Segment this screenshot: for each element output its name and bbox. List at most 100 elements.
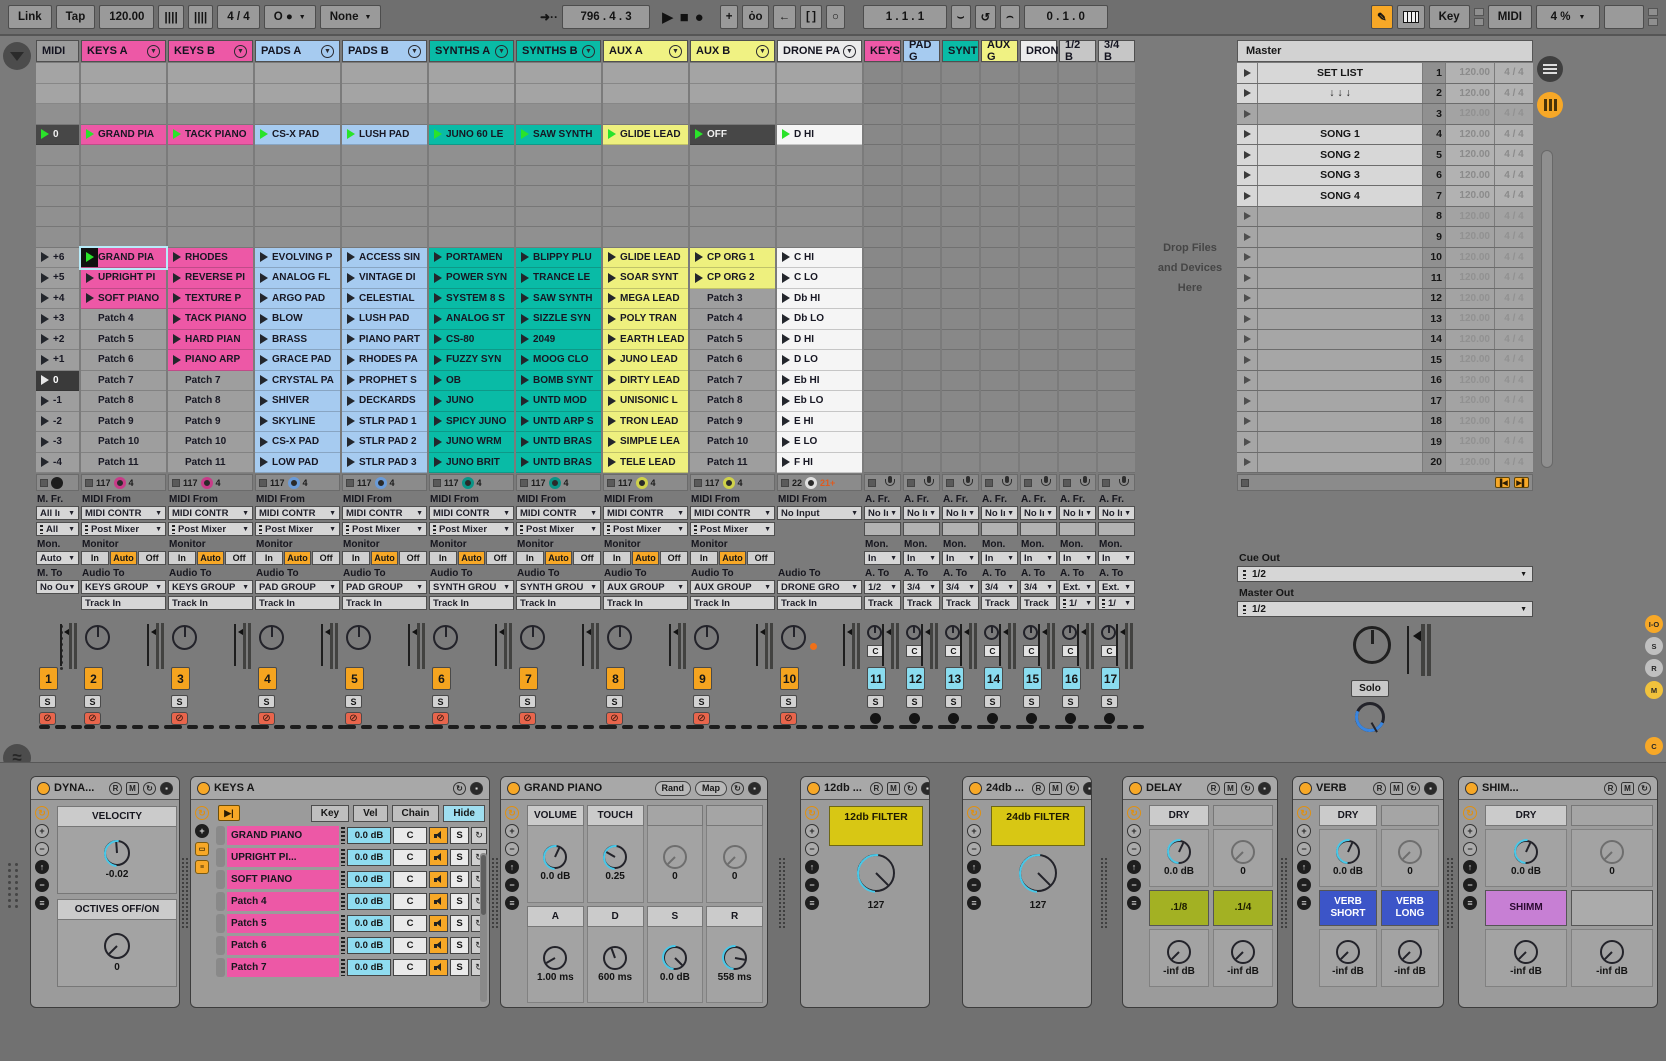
clip[interactable]: C HI	[777, 248, 862, 269]
scene-name[interactable]	[1258, 268, 1422, 288]
clip-slot[interactable]	[903, 350, 940, 371]
clip[interactable]: JUNO	[429, 391, 514, 412]
clip-slot[interactable]	[903, 186, 940, 207]
param-list-icon[interactable]: ≡	[805, 896, 819, 910]
clip-slot[interactable]	[903, 63, 940, 84]
clip-slot[interactable]	[903, 412, 940, 433]
clip-slot[interactable]	[36, 207, 79, 228]
clip-play-icon[interactable]	[255, 453, 272, 473]
clip-slot[interactable]	[864, 84, 901, 105]
clip-slot[interactable]	[342, 227, 427, 248]
clip[interactable]: STLR PAD 2	[342, 432, 427, 453]
clip-slot[interactable]	[1098, 268, 1135, 289]
M-icon[interactable]: M	[1224, 782, 1237, 795]
monitor-in-button[interactable]: In	[342, 551, 370, 565]
clip-slot[interactable]	[942, 248, 979, 269]
clip-slot[interactable]	[168, 227, 253, 248]
clip-slot[interactable]	[942, 268, 979, 289]
clip-slot[interactable]	[342, 63, 427, 84]
device-on-led[interactable]	[969, 782, 982, 795]
scene-name[interactable]: SET LIST	[1258, 63, 1422, 83]
clip[interactable]: C LO	[777, 268, 862, 289]
clip-stop-button[interactable]	[85, 479, 93, 487]
arm-button[interactable]: ⊘	[693, 712, 710, 725]
clip-play-icon[interactable]	[777, 248, 794, 268]
solo-button[interactable]: S	[867, 695, 884, 708]
clip-slot[interactable]	[516, 166, 601, 187]
hot-swap-icon[interactable]: ↑	[1297, 860, 1311, 874]
clip-play-icon[interactable]	[36, 268, 53, 288]
clip-play-icon[interactable]	[603, 432, 620, 452]
clip-slot[interactable]	[903, 248, 940, 269]
clip-play-icon[interactable]	[81, 412, 98, 432]
crossfade-b-icon[interactable]: ▶▌	[1514, 477, 1529, 488]
hot-swap-icon[interactable]: ↑	[35, 860, 49, 874]
scene-time-signature[interactable]: 4 / 4	[1495, 63, 1533, 83]
chain-solo-button[interactable]: S	[450, 827, 469, 844]
track-header-pads-a[interactable]: PADS A▼	[255, 40, 340, 62]
audio-from-channel-select[interactable]	[903, 522, 940, 536]
chain-volume[interactable]: 0.0 dB	[347, 959, 391, 976]
clip-slot[interactable]	[690, 207, 775, 228]
punch-out-icon[interactable]: ⌢	[1000, 5, 1020, 29]
clip-play-icon[interactable]	[168, 125, 185, 145]
clip[interactable]: Patch 9	[168, 412, 253, 433]
clip-slot[interactable]	[1059, 207, 1096, 228]
arm-button[interactable]: ⊘	[606, 712, 623, 725]
clip-slot[interactable]	[516, 63, 601, 84]
save-icon[interactable]: ▪	[748, 782, 761, 795]
clip-slot[interactable]	[1059, 289, 1096, 310]
clip-play-icon[interactable]	[690, 309, 707, 329]
clip-play-icon[interactable]	[603, 289, 620, 309]
clip[interactable]: Db HI	[777, 289, 862, 310]
chain-solo-button[interactable]: S	[450, 849, 469, 866]
chain-pan[interactable]: C	[393, 827, 427, 844]
fold-icon[interactable]: −	[1463, 878, 1477, 892]
clip-slot[interactable]	[981, 145, 1018, 166]
clip[interactable]: STLR PAD 1	[342, 412, 427, 433]
track-activator-button[interactable]: 10	[780, 667, 799, 690]
clip[interactable]: SIZZLE SYN	[516, 309, 601, 330]
clip-slot[interactable]	[981, 63, 1018, 84]
clip-slot[interactable]	[603, 63, 688, 84]
clip-slot[interactable]	[942, 391, 979, 412]
clip-play-icon[interactable]	[516, 412, 533, 432]
clip-slot[interactable]	[942, 289, 979, 310]
midi-from-select[interactable]: MIDI CONTR▼	[342, 506, 427, 520]
hot-swap-icon[interactable]: ↑	[967, 860, 981, 874]
volume-fader[interactable]	[921, 624, 923, 666]
clip-play-icon[interactable]	[81, 125, 98, 145]
clip-slot[interactable]	[1098, 412, 1135, 433]
chain-speaker-button[interactable]	[429, 959, 448, 976]
monitor-off-button[interactable]: Off	[573, 551, 601, 565]
scene-launch-button[interactable]	[1237, 289, 1257, 309]
monitor-off-button[interactable]: Off	[225, 551, 253, 565]
fx-knob[interactable]	[1231, 840, 1255, 864]
monitor-select[interactable]: In▼	[1020, 551, 1057, 565]
chain-grip[interactable]	[216, 848, 225, 867]
clip-slot[interactable]	[1020, 125, 1057, 146]
fold-icon[interactable]: −	[1297, 878, 1311, 892]
clip-slot[interactable]	[1020, 391, 1057, 412]
clip[interactable]: LUSH PAD	[342, 125, 427, 146]
midi-channel-select[interactable]: Post Mixer▼	[81, 522, 166, 536]
clip-slot[interactable]	[1059, 309, 1096, 330]
device-drag-handle[interactable]	[8, 863, 19, 908]
clip[interactable]: TACK PIANO	[168, 125, 253, 146]
cpu-meter[interactable]: 4 %▼	[1536, 5, 1600, 29]
clip-slot[interactable]	[942, 145, 979, 166]
clip-play-icon[interactable]	[690, 453, 707, 473]
audio-from-select[interactable]: No Iı▼	[1059, 506, 1096, 520]
clip[interactable]: Patch 4	[690, 309, 775, 330]
chain-pan[interactable]: C	[393, 915, 427, 932]
scene-time-signature[interactable]: 4 / 4	[1495, 412, 1533, 432]
clip[interactable]: +3	[36, 309, 79, 330]
param-list-icon[interactable]: ≡	[505, 896, 519, 910]
chain-speaker-button[interactable]	[429, 871, 448, 888]
clip-slot[interactable]	[690, 145, 775, 166]
clip[interactable]: CELESTIAL	[342, 289, 427, 310]
monitor-in-button[interactable]: In	[429, 551, 457, 565]
solo-button[interactable]: S	[906, 695, 923, 708]
volume-fader[interactable]	[60, 624, 62, 666]
clip-slot[interactable]	[981, 207, 1018, 228]
